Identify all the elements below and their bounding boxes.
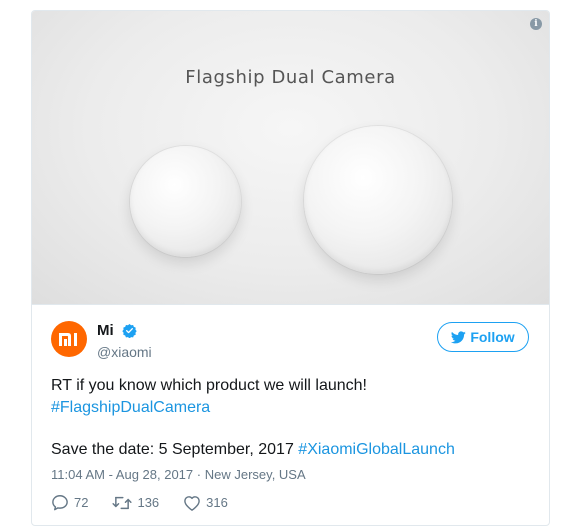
tweet-card: Flagship Dual Camera i Mi @xiaomi Follow… (31, 10, 550, 526)
tweet-media-image[interactable]: Flagship Dual Camera i (32, 11, 549, 305)
author-handle[interactable]: @xiaomi (97, 344, 152, 360)
reply-icon (52, 495, 68, 511)
retweet-count: 136 (137, 495, 160, 510)
media-caption: Flagship Dual Camera (185, 67, 396, 88)
avatar[interactable] (51, 321, 87, 357)
retweet-icon (112, 496, 133, 509)
tweet-timestamp[interactable]: 11:04 AM - Aug 28, 2017 (51, 467, 193, 482)
verified-badge-icon (122, 323, 137, 338)
camera-lens-large (304, 126, 452, 274)
info-icon[interactable]: i (530, 18, 542, 30)
author-name[interactable]: Mi (97, 322, 114, 339)
like-button[interactable]: 316 (183, 495, 228, 511)
reply-button[interactable]: 72 (51, 494, 88, 511)
tweet-location[interactable]: New Jersey, USA (205, 467, 306, 482)
tweet-meta: 11:04 AM - Aug 28, 2017 · New Jersey, US… (51, 467, 306, 482)
like-count: 316 (206, 495, 228, 510)
tweet-actions: 72 136 316 (51, 494, 252, 511)
tweet-line-2: Save the date: 5 September, 2017 (51, 441, 294, 458)
camera-lens-small (130, 146, 241, 257)
tweet-line-1: RT if you know which product we will lau… (51, 377, 367, 394)
hashtag-flagship-dual-camera[interactable]: #FlagshipDualCamera (51, 399, 210, 416)
follow-label: Follow (470, 329, 515, 345)
hashtag-xiaomi-global-launch[interactable]: #XiaomiGlobalLaunch (298, 441, 455, 458)
mi-logo-icon (59, 333, 77, 346)
tweet-text: RT if you know which product we will lau… (51, 375, 531, 461)
heart-icon (184, 495, 201, 511)
twitter-bird-icon (451, 330, 467, 343)
reply-count: 72 (74, 495, 89, 510)
meta-separator: · (196, 467, 202, 482)
retweet-button[interactable]: 136 (112, 495, 159, 511)
follow-button[interactable]: Follow (437, 322, 529, 352)
